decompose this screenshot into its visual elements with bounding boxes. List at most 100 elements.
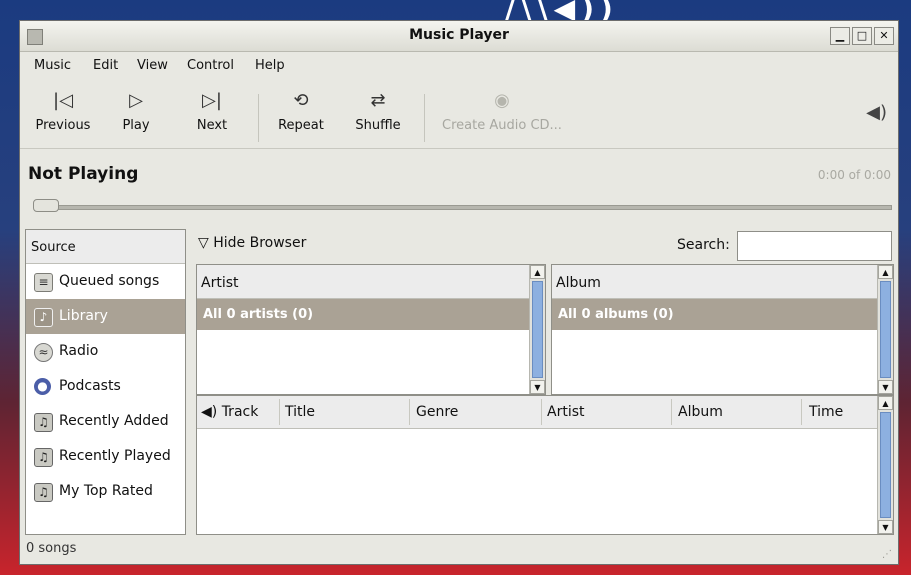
play-label: Play xyxy=(122,118,150,133)
speaker-icon: ◀) xyxy=(201,404,218,420)
scroll-down-arrow[interactable]: ▼ xyxy=(878,380,893,394)
album-column-header[interactable]: Album xyxy=(552,265,893,299)
album-row-all[interactable]: All 0 albums (0) xyxy=(552,299,878,330)
menu-edit[interactable]: Edit xyxy=(93,58,118,73)
status-bar: 0 songs ⋰ xyxy=(20,536,898,564)
source-item-label: My Top Rated xyxy=(59,483,153,499)
artist-row-all[interactable]: All 0 artists (0) xyxy=(197,299,530,330)
menu-help[interactable]: Help xyxy=(255,58,285,73)
previous-label: Previous xyxy=(35,118,91,133)
column-artist[interactable]: Artist xyxy=(547,404,585,420)
artist-column-header[interactable]: Artist xyxy=(197,265,545,299)
radio-icon: ≈ xyxy=(34,343,53,362)
column-separator xyxy=(541,399,542,425)
column-time[interactable]: Time xyxy=(809,404,843,420)
playlist-icon: ♫ xyxy=(34,413,53,432)
menu-music[interactable]: Music xyxy=(34,58,71,73)
seek-bar[interactable] xyxy=(34,205,892,210)
artist-scrollbar[interactable]: ▲ ▼ xyxy=(529,265,545,394)
column-track[interactable]: ◀) Track xyxy=(201,404,258,420)
title-bar[interactable]: Music Player ▁ □ ✕ xyxy=(20,21,898,52)
music-player-window: Music Player ▁ □ ✕ Music Edit View Contr… xyxy=(19,20,899,565)
now-playing-status: Not Playing xyxy=(28,164,139,184)
seek-handle[interactable] xyxy=(33,199,59,212)
elapsed-time: 0:00 of 0:00 xyxy=(817,168,891,182)
hide-browser-label: Hide Browser xyxy=(213,235,307,251)
track-list: ◀) Track Title Genre Artist Album Time ▲… xyxy=(196,395,894,535)
source-item-label: Recently Added xyxy=(59,413,169,429)
column-genre[interactable]: Genre xyxy=(416,404,458,420)
source-item-recently-added[interactable]: ♫ Recently Added xyxy=(26,404,185,439)
source-item-recently-played[interactable]: ♫ Recently Played xyxy=(26,439,185,474)
toolbar-separator xyxy=(424,94,425,142)
artist-scroll-thumb[interactable] xyxy=(532,281,543,378)
volume-icon[interactable]: ◀) xyxy=(866,102,887,123)
play-button[interactable]: ▷ Play xyxy=(116,90,156,133)
scroll-down-arrow[interactable]: ▼ xyxy=(530,380,545,394)
album-list: Album All 0 albums (0) ▲ ▼ xyxy=(551,264,894,395)
maximize-button[interactable]: □ xyxy=(852,27,872,45)
next-label: Next xyxy=(196,118,228,133)
source-item-my-top-rated[interactable]: ♫ My Top Rated xyxy=(26,474,185,509)
song-count: 0 songs xyxy=(26,541,77,556)
source-item-label: Podcasts xyxy=(59,378,121,394)
playlist-icon: ♫ xyxy=(34,483,53,502)
source-item-library[interactable]: ♪ Library xyxy=(26,299,185,334)
cd-icon: ◉ xyxy=(494,90,510,111)
track-scroll-thumb[interactable] xyxy=(880,412,891,518)
shuffle-button[interactable]: ⇄ Shuffle xyxy=(350,90,406,133)
menu-view[interactable]: View xyxy=(137,58,168,73)
scroll-up-arrow[interactable]: ▲ xyxy=(878,396,893,410)
column-separator xyxy=(671,399,672,425)
previous-button[interactable]: |◁ Previous xyxy=(32,90,94,133)
close-button[interactable]: ✕ xyxy=(874,27,894,45)
source-item-label: Queued songs xyxy=(59,273,160,289)
podcast-icon: ● xyxy=(34,378,51,395)
play-icon: ▷ xyxy=(129,90,143,111)
scroll-up-arrow[interactable]: ▲ xyxy=(878,265,893,279)
column-title[interactable]: Title xyxy=(285,404,315,420)
search-input[interactable] xyxy=(737,231,892,261)
previous-icon: |◁ xyxy=(53,90,73,111)
column-album[interactable]: Album xyxy=(678,404,723,420)
source-item-radio[interactable]: ≈ Radio xyxy=(26,334,185,369)
hide-browser-toggle[interactable]: ▽ Hide Browser xyxy=(198,235,306,251)
source-item-podcasts[interactable]: ● Podcasts xyxy=(26,369,185,404)
source-item-label: Recently Played xyxy=(59,448,171,464)
minimize-button[interactable]: ▁ xyxy=(830,27,850,45)
search-label: Search: xyxy=(677,237,730,253)
repeat-button[interactable]: ⟲ Repeat xyxy=(273,90,329,133)
column-separator xyxy=(279,399,280,425)
source-item-label: Library xyxy=(59,308,108,324)
toolbar-separator xyxy=(258,94,259,142)
column-separator xyxy=(801,399,802,425)
create-audio-cd-button[interactable]: ◉ Create Audio CD... xyxy=(434,90,570,133)
source-item-label: Radio xyxy=(59,343,99,359)
resize-grip-icon[interactable]: ⋰ xyxy=(882,549,892,560)
next-icon: ▷| xyxy=(202,90,222,111)
source-item-queued-songs[interactable]: ≡ Queued songs xyxy=(26,264,185,299)
next-button[interactable]: ▷| Next xyxy=(192,90,232,133)
queue-icon: ≡ xyxy=(34,273,53,292)
toolbar: |◁ Previous ▷ Play ▷| Next ⟲ Repeat ⇄ Sh… xyxy=(20,78,898,149)
scroll-down-arrow[interactable]: ▼ xyxy=(878,520,893,534)
album-scroll-thumb[interactable] xyxy=(880,281,891,378)
track-list-header: ◀) Track Title Genre Artist Album Time xyxy=(197,396,877,429)
window-title: Music Player xyxy=(409,27,509,43)
album-scrollbar[interactable]: ▲ ▼ xyxy=(877,265,893,394)
desktop-logo: /\\◀)) xyxy=(505,0,619,25)
playlist-icon: ♫ xyxy=(34,448,53,467)
source-list: Source ≡ Queued songs ♪ Library ≈ Radio … xyxy=(25,229,186,535)
library-icon: ♪ xyxy=(34,308,53,327)
track-scrollbar[interactable]: ▲ ▼ xyxy=(877,396,893,534)
menu-control[interactable]: Control xyxy=(187,58,234,73)
triangle-down-icon: ▽ xyxy=(198,235,209,251)
column-separator xyxy=(409,399,410,425)
shuffle-icon: ⇄ xyxy=(370,90,386,111)
menu-bar: Music Edit View Control Help xyxy=(20,52,898,77)
shuffle-label: Shuffle xyxy=(355,118,401,133)
create-audio-cd-label: Create Audio CD... xyxy=(442,118,562,133)
source-column-header[interactable]: Source xyxy=(26,230,185,264)
repeat-icon: ⟲ xyxy=(293,90,309,111)
scroll-up-arrow[interactable]: ▲ xyxy=(530,265,545,279)
